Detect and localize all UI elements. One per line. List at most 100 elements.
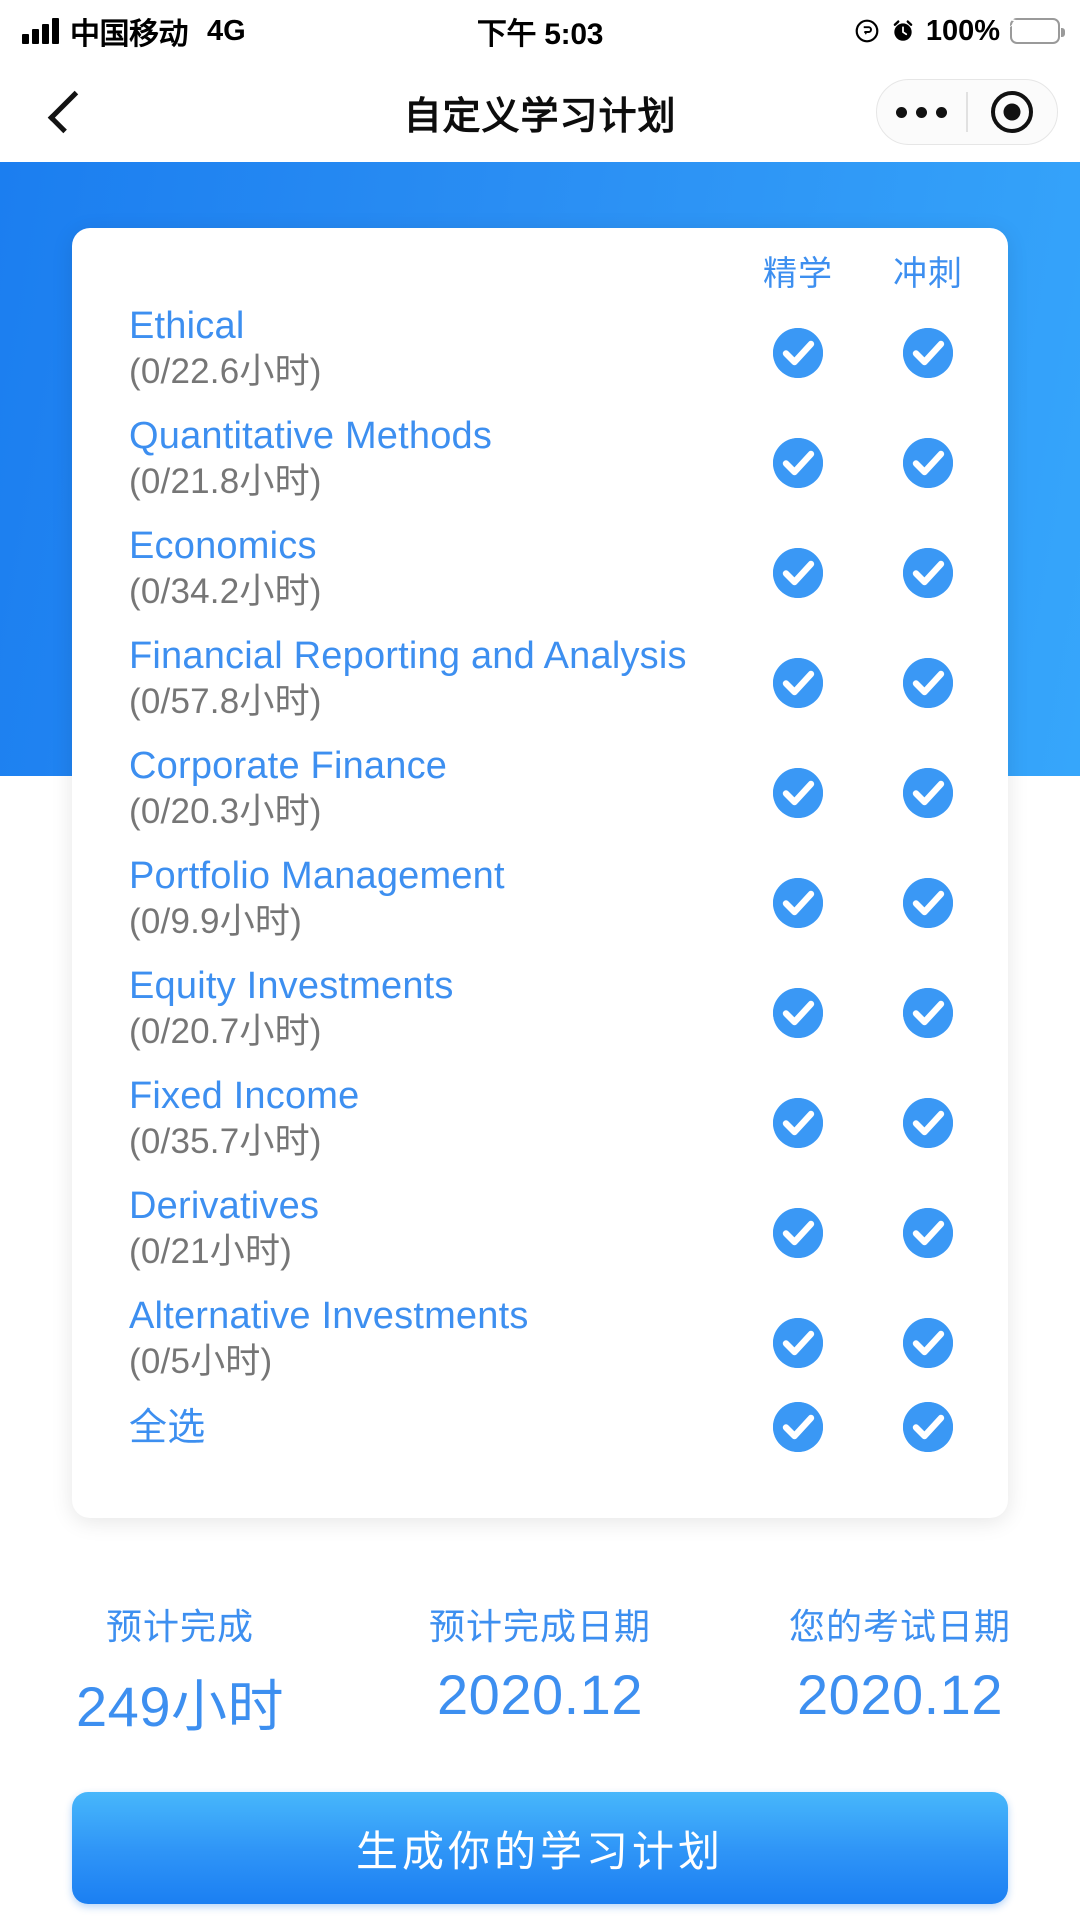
- checkmark-glyph: [903, 878, 953, 928]
- select-all-checkboxes: [738, 1402, 988, 1452]
- subject-row-labels: Financial Reporting and Analysis (0/57.8小…: [72, 632, 692, 724]
- checkbox-cell-sprint[interactable]: [868, 988, 988, 1038]
- subject-row-labels: Fixed Income (0/35.7小时): [72, 1072, 692, 1164]
- checkbox-cell-intensive[interactable]: [738, 1098, 858, 1148]
- checkbox-checked-sprint-icon[interactable]: [903, 768, 953, 818]
- subject-row-labels: Ethical (0/22.6小时): [72, 302, 692, 394]
- checkbox-cell-sprint[interactable]: [868, 1098, 988, 1148]
- checkmark-glyph: [773, 768, 823, 818]
- checkbox-cell-intensive[interactable]: [738, 1402, 858, 1452]
- column-header-intensive: 精学: [763, 255, 833, 293]
- subject-row[interactable]: Equity Investments (0/20.7小时): [72, 962, 1008, 1072]
- subject-checkboxes: [738, 1098, 988, 1148]
- checkbox-cell-sprint[interactable]: [868, 328, 988, 378]
- checkbox-cell-sprint[interactable]: [868, 548, 988, 598]
- subject-hours: (0/35.7小时): [129, 1121, 322, 1161]
- app-screen: 中国移动 4G 下午 5:03 100% ⚡ 自定义学习计划 精学 冲刺 Eth…: [0, 0, 1080, 1920]
- subject-row-labels: Derivatives (0/21小时): [72, 1182, 692, 1274]
- checkbox-cell-intensive[interactable]: [738, 548, 858, 598]
- checkbox-cell-intensive[interactable]: [738, 328, 858, 378]
- checkbox-cell-intensive[interactable]: [738, 878, 858, 928]
- checkmark-glyph: [773, 988, 823, 1038]
- subject-hours: (0/21小时): [129, 1231, 293, 1271]
- close-miniprogram-button[interactable]: [968, 91, 1057, 133]
- checkbox-cell-intensive[interactable]: [738, 1208, 858, 1258]
- subject-row-labels: Quantitative Methods (0/21.8小时): [72, 412, 692, 504]
- subject-checkboxes: [738, 328, 988, 378]
- checkbox-cell-intensive[interactable]: [738, 1318, 858, 1368]
- subject-name: Economics: [129, 525, 317, 567]
- subject-row-labels: Alternative Investments (0/5小时): [72, 1292, 692, 1384]
- checkbox-checked-sprint-icon[interactable]: [903, 548, 953, 598]
- status-bar-right: 100% ⚡: [854, 12, 1065, 48]
- subject-row[interactable]: Portfolio Management (0/9.9小时): [72, 852, 1008, 962]
- checkbox-cell-sprint[interactable]: [868, 658, 988, 708]
- checkbox-checked-sprint-icon[interactable]: [903, 988, 953, 1038]
- checkbox-checked-intensive-icon[interactable]: [773, 438, 823, 488]
- alarm-clock-icon: [890, 18, 916, 44]
- more-options-icon[interactable]: [877, 106, 966, 118]
- checkbox-cell-sprint[interactable]: [868, 1318, 988, 1368]
- checkbox-cell-intensive[interactable]: [738, 768, 858, 818]
- checkbox-checked-sprint-icon[interactable]: [903, 328, 953, 378]
- subject-selection-card: 精学 冲刺 Ethical (0/22.6小时) Quantitative Meth…: [72, 228, 1008, 1518]
- checkbox-cell-sprint[interactable]: [868, 438, 988, 488]
- checkmark-glyph: [903, 988, 953, 1038]
- checkbox-cell-intensive[interactable]: [738, 658, 858, 708]
- battery-percent-label: 100%: [925, 14, 1000, 47]
- checkmark-glyph: [903, 1098, 953, 1148]
- subject-row[interactable]: Derivatives (0/21小时): [72, 1182, 1008, 1292]
- checkbox-cell-sprint[interactable]: [868, 878, 988, 928]
- column-header-sprint: 冲刺: [893, 255, 963, 293]
- checkbox-checked-sprint-icon[interactable]: [903, 1402, 953, 1452]
- checkmark-glyph: [773, 878, 823, 928]
- subject-row[interactable]: Ethical (0/22.6小时): [72, 302, 1008, 412]
- subject-row[interactable]: Quantitative Methods (0/21.8小时): [72, 412, 1008, 522]
- subject-name: Derivatives: [129, 1185, 320, 1227]
- checkmark-glyph: [903, 658, 953, 708]
- subject-hours: (0/20.7小时): [129, 1011, 322, 1051]
- checkbox-checked-intensive-icon[interactable]: [773, 658, 823, 708]
- subject-row-labels: Portfolio Management (0/9.9小时): [72, 852, 692, 944]
- subject-row-labels: Economics (0/34.2小时): [72, 522, 692, 614]
- checkbox-checked-sprint-icon[interactable]: [903, 1318, 953, 1368]
- checkbox-checked-intensive-icon[interactable]: [773, 988, 823, 1038]
- checkbox-cell-sprint[interactable]: [868, 1208, 988, 1258]
- subject-name: Ethical: [129, 305, 245, 347]
- subject-checkboxes: [738, 878, 988, 928]
- checkbox-checked-intensive-icon[interactable]: [773, 768, 823, 818]
- checkbox-checked-sprint-icon[interactable]: [903, 878, 953, 928]
- checkbox-cell-sprint[interactable]: [868, 768, 988, 818]
- checkbox-checked-intensive-icon[interactable]: [773, 1208, 823, 1258]
- select-all-row[interactable]: 全选: [72, 1402, 1008, 1494]
- checkbox-checked-sprint-icon[interactable]: [903, 1208, 953, 1258]
- checkbox-cell-sprint[interactable]: [868, 1402, 988, 1452]
- subject-checkboxes: [738, 1208, 988, 1258]
- subject-row[interactable]: Economics (0/34.2小时): [72, 522, 1008, 632]
- subject-checkboxes: [738, 1318, 988, 1368]
- subject-hours: (0/22.6小时): [129, 351, 322, 391]
- rotation-lock-icon: [854, 18, 880, 44]
- checkbox-checked-sprint-icon[interactable]: [903, 1098, 953, 1148]
- checkbox-checked-intensive-icon[interactable]: [773, 1402, 823, 1452]
- subject-row[interactable]: Fixed Income (0/35.7小时): [72, 1072, 1008, 1182]
- checkbox-checked-intensive-icon[interactable]: [773, 1318, 823, 1368]
- checkbox-cell-intensive[interactable]: [738, 438, 858, 488]
- subject-row[interactable]: Financial Reporting and Analysis (0/57.8小…: [72, 632, 1008, 742]
- checkbox-checked-intensive-icon[interactable]: [773, 548, 823, 598]
- generate-plan-button[interactable]: 生成你的学习计划: [72, 1792, 1008, 1904]
- subject-row[interactable]: Corporate Finance (0/20.3小时): [72, 742, 1008, 852]
- checkbox-checked-intensive-icon[interactable]: [773, 878, 823, 928]
- subject-checkboxes: [738, 548, 988, 598]
- checkbox-checked-sprint-icon[interactable]: [903, 658, 953, 708]
- subject-name: Corporate Finance: [129, 745, 448, 787]
- checkbox-checked-sprint-icon[interactable]: [903, 438, 953, 488]
- checkbox-cell-intensive[interactable]: [738, 988, 858, 1038]
- subject-name: Alternative Investments: [129, 1295, 529, 1337]
- checkbox-checked-intensive-icon[interactable]: [773, 1098, 823, 1148]
- summary-stat-value: 249小时: [76, 1675, 284, 1738]
- subject-row-labels: Corporate Finance (0/20.3小时): [72, 742, 692, 834]
- subject-checkboxes: [738, 438, 988, 488]
- checkbox-checked-intensive-icon[interactable]: [773, 328, 823, 378]
- subject-row[interactable]: Alternative Investments (0/5小时): [72, 1292, 1008, 1402]
